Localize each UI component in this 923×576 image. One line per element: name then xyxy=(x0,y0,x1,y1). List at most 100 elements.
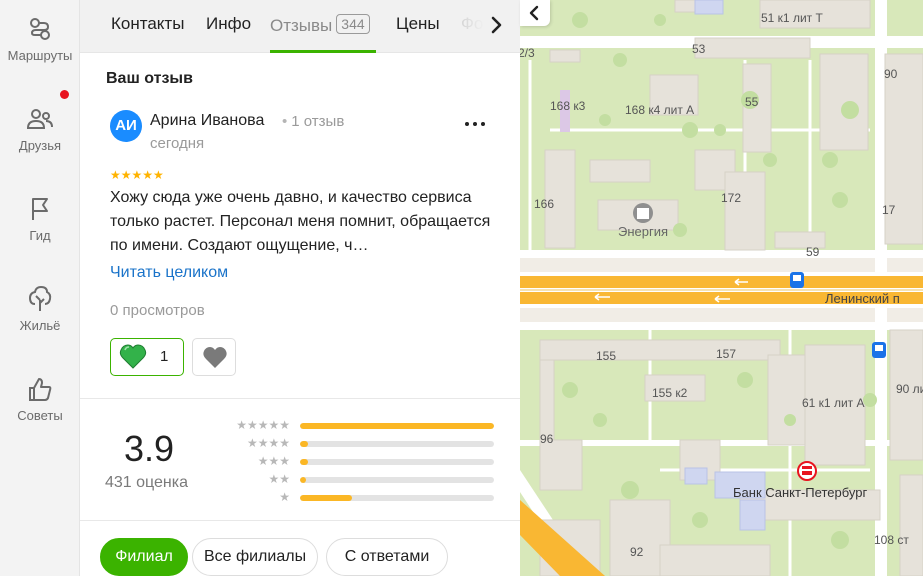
map-label: 166 xyxy=(534,197,554,211)
map-label: 155 к2 xyxy=(652,386,688,400)
map-label: 168 к4 лит А xyxy=(625,103,694,117)
bank-label: Банк Санкт-Петербург xyxy=(733,485,867,500)
sidebar-item-label: Маршруты xyxy=(7,48,73,63)
map-label: 55 xyxy=(745,95,759,109)
filter-with-answers-chip[interactable]: С ответами xyxy=(326,538,448,576)
chevron-left-icon xyxy=(529,5,539,21)
green-heart-icon xyxy=(119,344,147,369)
tabs-fade xyxy=(450,0,485,52)
rating-bar-fill xyxy=(300,459,308,465)
author-review-count: • 1 отзыв xyxy=(282,113,345,130)
map-label: 59 xyxy=(806,245,820,259)
tab-info[interactable]: Инфо xyxy=(206,14,251,34)
map-label: 157 xyxy=(716,347,736,361)
filter-all-branches-chip[interactable]: Все филиалы xyxy=(192,538,318,576)
rating-bar-track xyxy=(300,423,494,429)
routes-icon xyxy=(30,18,50,40)
rating-bar-track xyxy=(300,441,494,447)
divider xyxy=(80,520,520,521)
tab-bar: Контакты Инфо Отзывы344 Цены Фо xyxy=(80,0,520,53)
views-count: 0 просмотров xyxy=(110,302,205,319)
thumbs-up-icon xyxy=(29,378,52,401)
tab-reviews[interactable]: Отзывы 344 xyxy=(270,14,370,36)
sidebar-item-guide[interactable]: Гид xyxy=(0,196,80,243)
heart-icon xyxy=(203,347,227,368)
review-stars: ★★★★★ xyxy=(110,168,164,182)
map-label: 17 xyxy=(882,203,896,217)
rating-score: 3.9 xyxy=(124,428,175,469)
flag-icon xyxy=(32,198,48,220)
bank-marker-icon xyxy=(797,461,817,481)
chevron-right-icon[interactable] xyxy=(482,10,512,40)
rating-bar-stars: ★★ xyxy=(268,472,290,486)
bus-stop-icon xyxy=(872,342,886,358)
map-view[interactable]: 51 к1 лит Т 53 2/3 90 168 к3 168 к4 лит … xyxy=(520,0,923,576)
left-rail: Маршруты Друзья Гид Жильё Советы xyxy=(0,0,80,576)
collapse-panel-button[interactable] xyxy=(520,0,550,26)
rating-bar-row[interactable]: ★★★★ xyxy=(216,436,506,452)
rating-bar-stars: ★★★★★ xyxy=(236,418,290,432)
rating-bar-row[interactable]: ★ xyxy=(216,490,506,506)
rating-bar-fill xyxy=(300,477,306,483)
tree-icon xyxy=(28,286,52,311)
reviews-count-badge: 344 xyxy=(336,14,370,34)
rating-bar-fill xyxy=(300,495,353,501)
author-review-count-text: 1 отзыв xyxy=(291,113,345,130)
review-date: сегодня xyxy=(150,135,205,152)
building-poi-icon xyxy=(633,203,653,223)
more-options-icon[interactable] xyxy=(462,114,488,134)
rating-bar-track xyxy=(300,459,494,465)
sidebar-item-friends[interactable]: Друзья xyxy=(0,106,80,153)
read-more-link[interactable]: Читать целиком xyxy=(110,264,228,282)
rating-bar-track xyxy=(300,495,494,501)
sidebar-item-label: Жильё xyxy=(19,318,61,333)
sidebar-item-routes[interactable]: Маршруты xyxy=(0,16,80,63)
like-button[interactable]: 1 xyxy=(110,338,184,376)
review-text: Хожу сюда уже очень давно, и качество се… xyxy=(110,189,491,254)
map-label: 90 xyxy=(884,67,898,81)
map-label: 172 xyxy=(721,191,741,205)
rating-bar-track xyxy=(300,477,494,483)
map-label: 108 ст xyxy=(874,533,909,547)
map-label: 155 xyxy=(596,349,616,363)
active-tab-indicator xyxy=(270,50,376,53)
sidebar-item-label: Советы xyxy=(17,408,63,423)
sidebar-item-tips[interactable]: Советы xyxy=(0,376,80,423)
tab-reviews-label: Отзывы xyxy=(270,16,333,35)
divider xyxy=(80,398,520,399)
street-label: Ленинский п xyxy=(825,291,900,306)
review-author[interactable]: Арина Иванова xyxy=(150,112,264,130)
tab-contacts[interactable]: Контакты xyxy=(111,14,184,34)
rating-count: 431 оценка xyxy=(105,474,189,491)
map-label: 2/3 xyxy=(520,46,535,60)
map-label: 51 к1 лит Т xyxy=(761,11,823,25)
dislike-button[interactable] xyxy=(192,338,236,376)
tab-prices[interactable]: Цены xyxy=(396,14,440,34)
like-count: 1 xyxy=(160,348,169,365)
poi-label-energiya: Энергия xyxy=(618,224,668,239)
place-panel: Контакты Инфо Отзывы344 Цены Фо Ваш отзы… xyxy=(80,0,520,576)
rating-bar-stars: ★★★★ xyxy=(246,436,290,450)
map-canvas[interactable]: 51 к1 лит Т 53 2/3 90 168 к3 168 к4 лит … xyxy=(520,0,923,576)
rating-bar-fill xyxy=(300,441,308,447)
friends-icon xyxy=(26,109,53,129)
rating-bar-fill xyxy=(300,423,494,429)
sidebar-item-label: Гид xyxy=(29,228,51,243)
sidebar-item-housing[interactable]: Жильё xyxy=(0,286,80,333)
rating-bar-stars: ★ xyxy=(279,490,290,504)
rating-bar-row[interactable]: ★★★ xyxy=(216,454,506,470)
sidebar-item-label: Друзья xyxy=(18,138,62,153)
rating-bar-row[interactable]: ★★ xyxy=(216,472,506,488)
map-label: 92 xyxy=(630,545,644,559)
your-review-heading: Ваш отзыв xyxy=(106,70,193,87)
rating-bar-row[interactable]: ★★★★★ xyxy=(216,418,506,434)
rating-bar-stars: ★★★ xyxy=(257,454,290,468)
map-label: 53 xyxy=(692,42,706,56)
filter-branch-chip[interactable]: Филиал xyxy=(100,538,188,576)
map-label: 61 к1 лит А xyxy=(802,396,864,410)
map-label: 168 к3 xyxy=(550,99,586,113)
notification-badge xyxy=(60,90,69,99)
map-label: 90 лит Д xyxy=(896,382,923,396)
bus-stop-icon xyxy=(790,272,804,288)
avatar[interactable]: АИ xyxy=(110,110,142,142)
